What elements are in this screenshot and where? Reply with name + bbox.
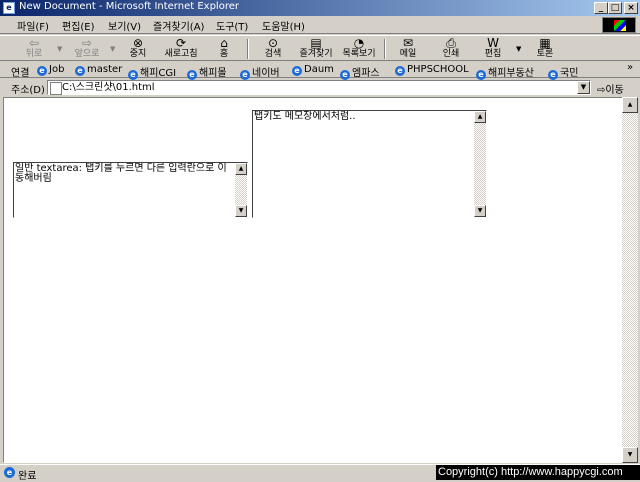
print-button[interactable]: ⎙ 인쇄 xyxy=(438,37,464,61)
address-bar: 주소(D) C:\스크린샷\01.html ▼ ⇨이동 xyxy=(0,79,640,96)
favorites-button[interactable]: ▤ 즐겨찾기 xyxy=(296,37,336,61)
forward-arrow-icon: ⇨ xyxy=(81,36,93,50)
toolbar-separator xyxy=(247,39,249,59)
discuss-icon: ▦ xyxy=(539,36,551,50)
links-bar: 연결 e Job e master e 해피CGI e 해피몰 e 네이버 e Daum e… xyxy=(0,62,640,80)
stop-button[interactable]: ⊗ 중지 xyxy=(122,37,154,61)
address-dropdown-button[interactable]: ▼ xyxy=(577,81,590,94)
address-input[interactable]: C:\스크린샷\01.html xyxy=(47,80,591,95)
forward-button[interactable]: ⇨ 앞으로 xyxy=(68,37,106,61)
link-job[interactable]: e Job xyxy=(37,64,64,76)
go-button[interactable]: ⇨이동 xyxy=(597,81,624,96)
toolbar-separator xyxy=(384,39,386,59)
copyright-overlay: Copyright(c) http://www.happycgi.com xyxy=(436,465,640,480)
back-dropdown-icon[interactable]: ▼ xyxy=(57,45,62,53)
window-title: New Document - Microsoft Internet Explor… xyxy=(19,1,239,12)
menu-edit[interactable]: 편집(E) xyxy=(62,18,95,33)
links-label: 연결 xyxy=(11,68,30,79)
menu-help[interactable]: 도움말(H) xyxy=(262,18,305,33)
favorites-folder-icon: ▤ xyxy=(310,36,322,50)
textarea-scrollbar[interactable]: ▲ ▼ xyxy=(474,111,486,217)
link-empas[interactable]: e 엠파스 xyxy=(340,64,380,80)
edit-button[interactable]: W 편집 xyxy=(480,37,506,61)
tab-textarea[interactable]: 탭키도 메모장에서처럼.. ▲ ▼ xyxy=(252,110,487,218)
scroll-up-icon[interactable]: ▲ xyxy=(474,111,486,123)
back-button[interactable]: ⇦ 뒤로 xyxy=(18,37,50,61)
links-more-icon[interactable]: » xyxy=(627,62,633,73)
ie-link-icon: e xyxy=(75,66,85,76)
stop-icon: ⊗ xyxy=(132,36,144,50)
home-button[interactable]: ⌂ 홈 xyxy=(212,37,236,61)
back-arrow-icon: ⇦ xyxy=(28,36,40,50)
search-icon: ⊙ xyxy=(267,36,279,50)
menu-bar: 파일(F) 편집(E) 보기(V) 즐겨찾기(A) 도구(T) 도움말(H) xyxy=(0,16,640,34)
link-daum[interactable]: e Daum xyxy=(292,64,334,76)
edit-icon: W xyxy=(487,36,499,50)
menu-file[interactable]: 파일(F) xyxy=(17,18,49,33)
refresh-icon: ⟳ xyxy=(175,36,187,50)
menu-view[interactable]: 보기(V) xyxy=(108,18,141,33)
scroll-down-icon[interactable]: ▼ xyxy=(474,205,486,217)
scroll-down-icon[interactable]: ▼ xyxy=(235,205,247,217)
normal-textarea[interactable]: 일반 textarea: 탭키를 누르면 다른 입력란으로 이동해버림 ▲ ▼ xyxy=(13,162,248,218)
ie-link-icon: e xyxy=(37,66,47,76)
page-scrollbar[interactable]: ▲ ▼ xyxy=(622,97,638,463)
history-icon: ◔ xyxy=(353,36,365,50)
link-happy-realestate[interactable]: e 해피부동산 xyxy=(476,64,534,80)
home-icon: ⌂ xyxy=(220,36,228,50)
link-phpschool[interactable]: e PHPSCHOOL xyxy=(395,64,469,76)
link-naver[interactable]: e 네이버 xyxy=(240,64,280,80)
menu-favorites[interactable]: 즐겨찾기(A) xyxy=(153,18,204,33)
link-kookmin[interactable]: e 국민 xyxy=(548,64,578,80)
close-button[interactable]: × xyxy=(624,2,638,14)
maximize-button[interactable]: □ xyxy=(608,2,622,14)
link-master[interactable]: e master xyxy=(75,64,122,76)
minimize-button[interactable]: _ xyxy=(594,2,608,14)
title-bar[interactable]: e New Document - Microsoft Internet Expl… xyxy=(0,0,640,16)
mail-icon: ✉ xyxy=(402,36,414,50)
textarea-scrollbar[interactable]: ▲ ▼ xyxy=(235,163,247,217)
ie-link-icon: e xyxy=(395,66,405,76)
address-value: C:\스크린샷\01.html xyxy=(62,82,155,93)
edit-dropdown-icon[interactable]: ▼ xyxy=(516,45,521,53)
standard-toolbar: ⇦ 뒤로 ▼ ⇨ 앞으로 ▼ ⊗ 중지 ⟳ 새로고침 ⌂ 홈 ⊙ 검색 ▤ 즐겨… xyxy=(0,35,640,61)
mail-button[interactable]: ✉ 메일 xyxy=(395,37,421,61)
refresh-button[interactable]: ⟳ 새로고침 xyxy=(160,37,202,61)
page-icon xyxy=(50,82,62,95)
ie-link-icon: e xyxy=(292,66,302,76)
normal-textarea-text: 일반 textarea: 탭키를 누르면 다른 입력란으로 이동해버림 xyxy=(15,163,227,184)
page-scroll-down-icon[interactable]: ▼ xyxy=(622,447,638,463)
scroll-up-icon[interactable]: ▲ xyxy=(235,163,247,175)
page-scroll-up-icon[interactable]: ▲ xyxy=(622,97,638,113)
search-button[interactable]: ⊙ 검색 xyxy=(258,37,288,61)
discuss-button[interactable]: ▦ 토론 xyxy=(532,37,558,61)
history-button[interactable]: ◔ 목록보기 xyxy=(339,37,379,61)
forward-dropdown-icon[interactable]: ▼ xyxy=(110,45,115,53)
windows-logo-icon xyxy=(602,17,636,33)
link-happymall[interactable]: e 해피몰 xyxy=(187,64,227,80)
menu-tools[interactable]: 도구(T) xyxy=(216,18,248,33)
address-label: 주소(D) xyxy=(11,85,45,96)
page-content: 일반 textarea: 탭키를 누르면 다른 입력란으로 이동해버림 ▲ ▼ … xyxy=(3,97,638,463)
ie-status-icon: e xyxy=(4,467,15,478)
ie-page-icon: e xyxy=(3,2,15,14)
tab-textarea-text: 탭키도 메모장에서처럼.. xyxy=(254,111,356,122)
link-happycgi[interactable]: e 해피CGI xyxy=(128,64,176,80)
printer-icon: ⎙ xyxy=(446,36,456,50)
